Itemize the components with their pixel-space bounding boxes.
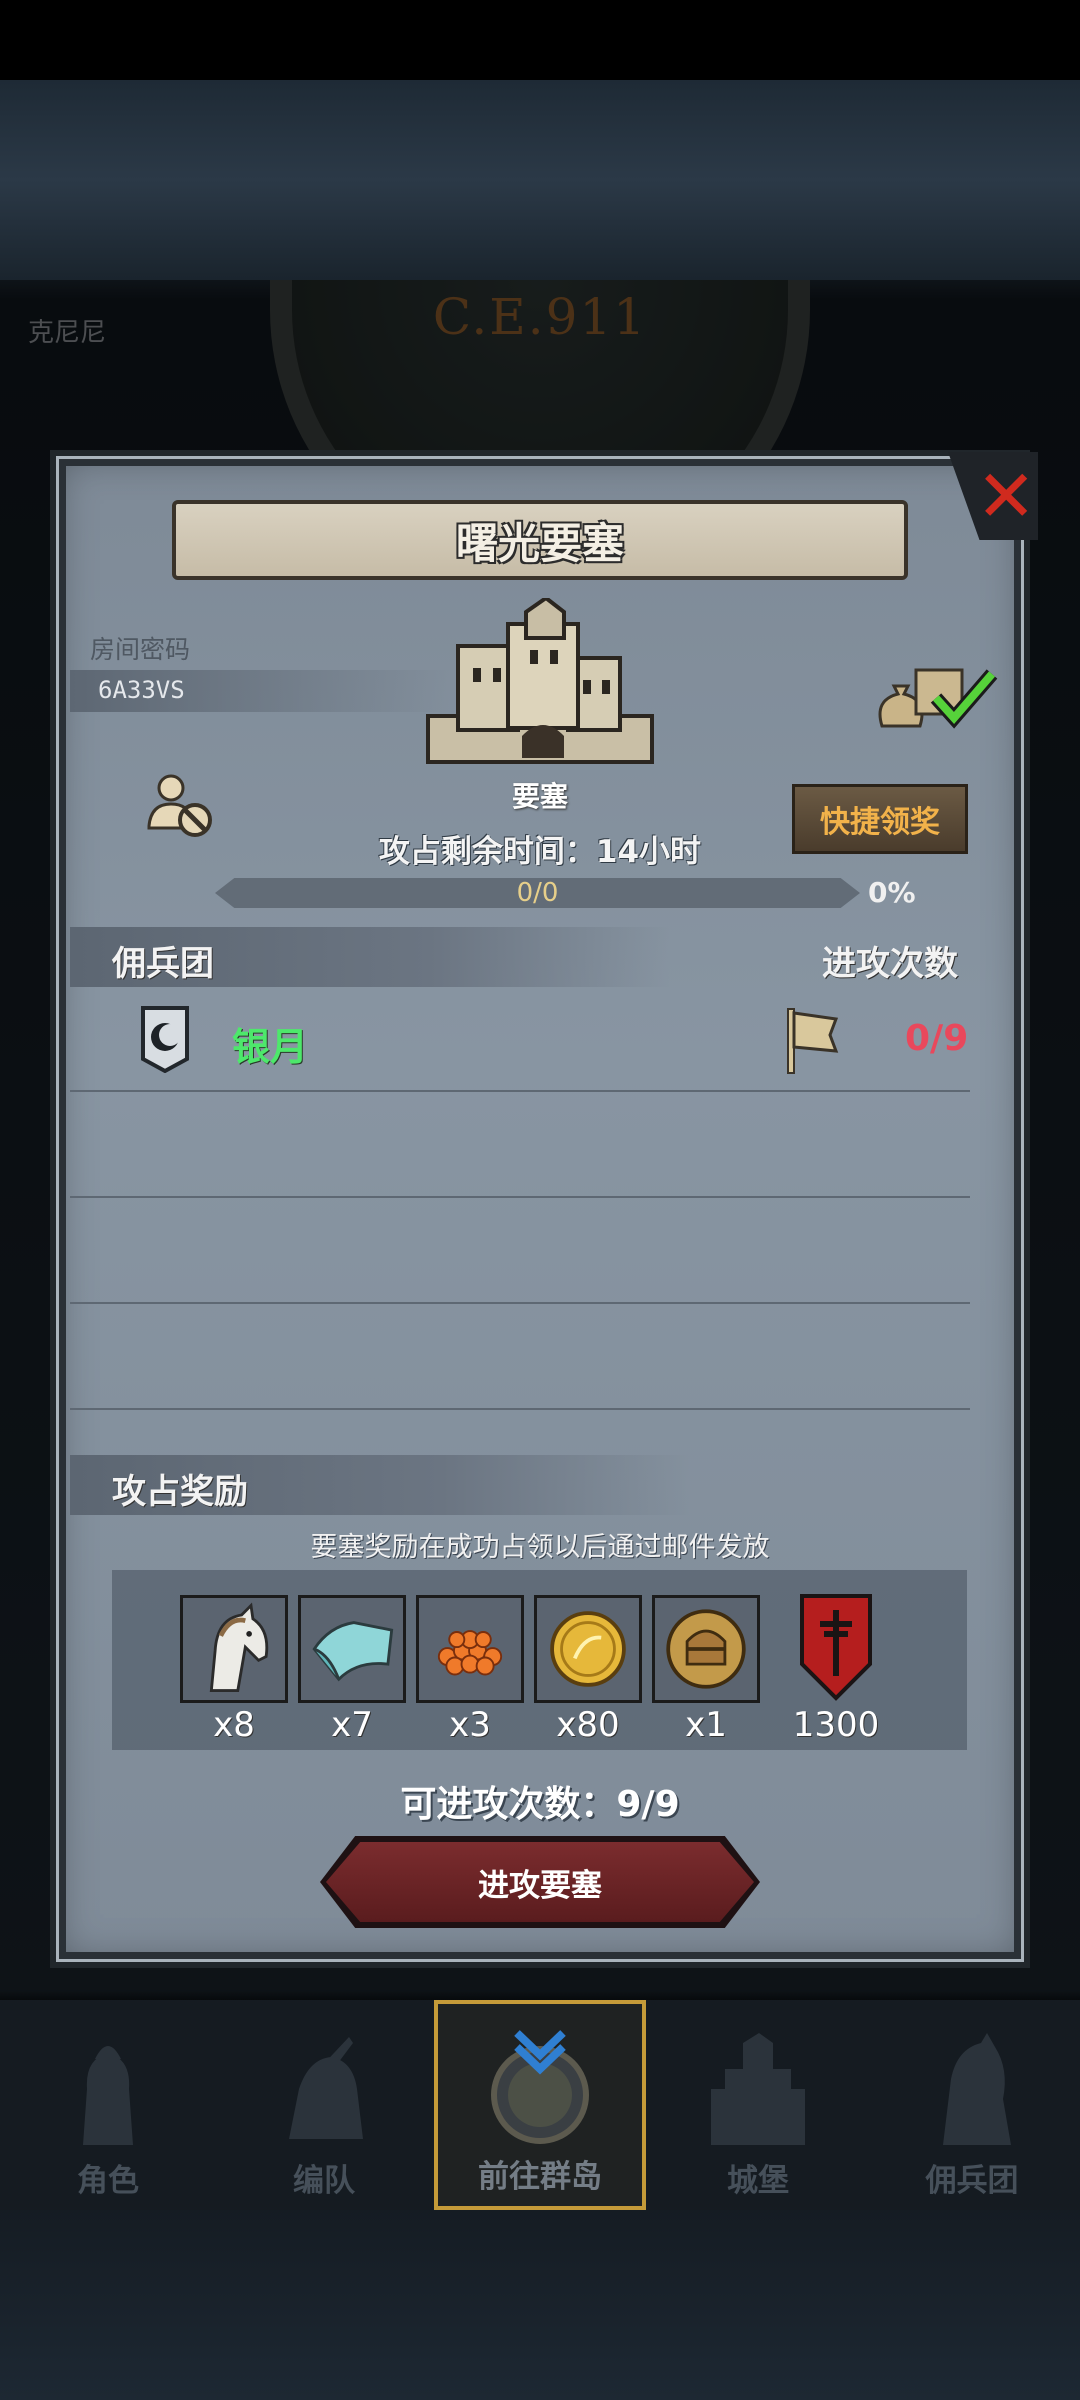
- silver-moon-emblem-icon: [141, 1006, 189, 1073]
- user-blocked-icon: [147, 774, 212, 837]
- bottom-nav: 角色 编队 前往群岛 城堡 佣兵团: [0, 2000, 1080, 2210]
- nav-item-formation[interactable]: 编队: [216, 2000, 432, 2210]
- banner-icon: [800, 1594, 872, 1701]
- nav-label: 角色: [77, 2163, 139, 2199]
- reward-qty: x1: [685, 1705, 727, 1745]
- reward-qty: 1300: [792, 1705, 880, 1745]
- nav-item-character[interactable]: 角色: [0, 2000, 216, 2210]
- mercenary-header: 佣兵团: [112, 944, 214, 984]
- reward-item-caviar[interactable]: [416, 1595, 524, 1703]
- capture-progress-bar: 0/0: [215, 878, 860, 908]
- horse-icon: [183, 1598, 285, 1700]
- row-divider: [70, 1196, 970, 1198]
- mercenary-attack-count: 0/9: [905, 1018, 969, 1059]
- nav-label: 城堡: [727, 2163, 789, 2199]
- nav-item-mercenary[interactable]: 佣兵团: [864, 2000, 1080, 2210]
- knight-medal-icon: [655, 1598, 757, 1700]
- time-remaining: 攻占剩余时间：14小时: [378, 834, 702, 870]
- attack-fortress-button[interactable]: 进攻要塞: [326, 1842, 754, 1922]
- reward-item-banner[interactable]: [776, 1590, 896, 1702]
- islands-icon: [491, 2030, 589, 2144]
- castle-name: 要塞: [511, 780, 568, 813]
- reward-item-horse[interactable]: [180, 1595, 288, 1703]
- attacks-header: 进攻次数: [822, 944, 958, 984]
- flag-icon: [787, 1008, 839, 1074]
- progress-percent: 0%: [868, 876, 916, 909]
- remaining-attacks: 可进攻次数：9/9: [400, 1784, 680, 1825]
- reward-header: 攻占奖励: [112, 1472, 248, 1512]
- quick-claim-button[interactable]: 快捷领奖: [792, 784, 968, 854]
- row-divider: [70, 1408, 970, 1410]
- reward-item-cloth[interactable]: [298, 1595, 406, 1703]
- row-divider: [70, 1090, 970, 1092]
- row-divider: [70, 1302, 970, 1304]
- nav-label: 前往群岛: [478, 2159, 602, 2195]
- room-password-label: 房间密码: [90, 635, 191, 664]
- nav-label: 编队: [293, 2163, 355, 2199]
- close-icon: ✕: [976, 454, 1037, 538]
- reward-qty: x7: [331, 1705, 373, 1745]
- reward-item-gold[interactable]: [534, 1595, 642, 1703]
- reward-claimed-icon: [878, 668, 998, 729]
- nav-item-islands[interactable]: 前往群岛: [434, 2000, 646, 2210]
- gold-coin-icon: [537, 1598, 639, 1700]
- fortress-castle-icon: [426, 598, 654, 764]
- reward-item-medal[interactable]: [652, 1595, 760, 1703]
- caviar-icon: [419, 1598, 521, 1700]
- character-icon: [83, 2046, 133, 2145]
- room-code: 6A33VS: [98, 676, 185, 704]
- dialog-title: 曙光要塞: [172, 500, 908, 580]
- progress-text: 0/0: [516, 878, 559, 908]
- castle-icon: [711, 2033, 805, 2145]
- nav-label: 佣兵团: [925, 2163, 1019, 2199]
- nav-item-castle[interactable]: 城堡: [650, 2000, 866, 2210]
- reward-qty: x80: [556, 1705, 620, 1745]
- mercenary-name: 银月: [232, 1025, 309, 1069]
- reward-note: 要塞奖励在成功占领以后通过邮件发放: [310, 1532, 770, 1563]
- mercenary-icon: [943, 2033, 1011, 2145]
- formation-icon: [289, 2037, 363, 2139]
- screen: { "background": { "era": "C.E.911", "top…: [0, 0, 1080, 2400]
- reward-qty: x8: [213, 1705, 255, 1745]
- reward-qty: x3: [449, 1705, 491, 1745]
- cloth-icon: [301, 1598, 403, 1700]
